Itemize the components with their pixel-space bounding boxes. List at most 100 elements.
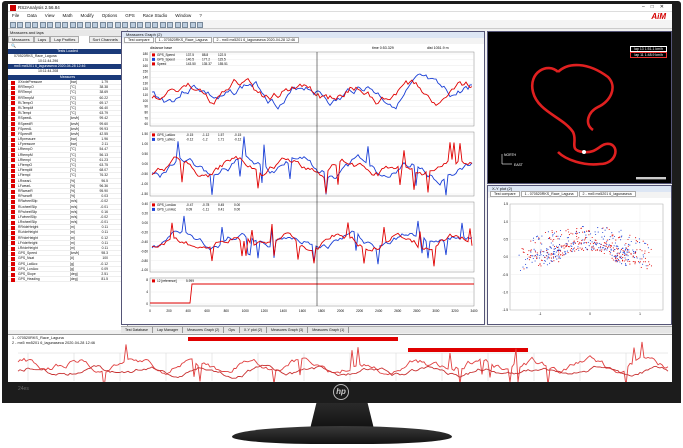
selection-bar-left[interactable] <box>188 337 398 341</box>
tab-test-1[interactable]: 1 - 070520RKS_Race_Laguna <box>154 37 212 43</box>
channel-color-icon[interactable] <box>11 205 15 210</box>
channel-color-icon[interactable] <box>11 246 15 251</box>
window-controls[interactable]: –□✕ <box>642 4 670 10</box>
channel-color-icon[interactable] <box>11 85 15 90</box>
channel-color-icon[interactable] <box>11 231 15 236</box>
menu-options[interactable]: Options <box>98 12 122 19</box>
toolbar-tool-icon[interactable] <box>137 21 143 28</box>
channel-color-icon[interactable] <box>11 256 15 261</box>
window-tab[interactable]: Measures Graph (3) <box>267 327 309 333</box>
toolbar-tool-icon[interactable] <box>62 21 68 28</box>
toolbar-tool-icon[interactable] <box>144 21 151 28</box>
channel-color-icon[interactable] <box>11 199 15 204</box>
toolbar-tool-icon[interactable] <box>24 21 31 28</box>
channel-color-icon[interactable] <box>11 277 15 282</box>
toolbar-tool-icon[interactable] <box>122 21 128 28</box>
toolbar-tool-icon[interactable] <box>167 21 173 28</box>
toolbar-tool-icon[interactable] <box>39 21 46 28</box>
track-map[interactable]: NORTH EAST <box>488 32 671 183</box>
channel-color-icon[interactable] <box>11 116 15 121</box>
selection-bar-right[interactable] <box>408 348 528 352</box>
menu-gps[interactable]: GPS <box>121 12 139 19</box>
toolbar-tool-icon[interactable] <box>17 21 23 28</box>
toolbar-tool-icon[interactable] <box>9 21 16 28</box>
channel-color-icon[interactable] <box>11 251 15 256</box>
tab-test-2[interactable]: 2 - mx5 mx5201 6_lagunaseca 2020-04-28 1… <box>212 37 300 43</box>
tab-xy-1[interactable]: 1 - 070520RKS_Race_Laguna <box>520 191 578 197</box>
channel-color-icon[interactable] <box>11 194 15 199</box>
car-position-marker[interactable] <box>582 150 586 154</box>
channel-row[interactable]: GPS_Heading [deg] 81.5 <box>8 277 127 283</box>
toolbar-tool-icon[interactable] <box>99 21 106 28</box>
menu-modify[interactable]: Modify <box>76 12 97 19</box>
channel-color-icon[interactable] <box>11 127 15 132</box>
toolbar-tool-icon[interactable] <box>107 21 113 28</box>
channel-color-icon[interactable] <box>11 179 15 184</box>
menu-window[interactable]: Window <box>171 12 195 19</box>
toolbar-tool-icon[interactable] <box>189 21 196 28</box>
toolbar-tool-icon[interactable] <box>32 21 38 28</box>
channel-color-icon[interactable] <box>11 168 15 173</box>
toolbar-tool-icon[interactable] <box>174 21 181 28</box>
channel-color-icon[interactable] <box>11 173 15 178</box>
toolbar-tool-icon[interactable] <box>54 21 61 28</box>
toolbar-tool-icon[interactable] <box>197 21 203 28</box>
menu-help[interactable]: ? <box>195 12 206 19</box>
channel-color-icon[interactable] <box>11 90 15 95</box>
toolbar-tool-icon[interactable] <box>47 21 53 28</box>
toolbar-tool-icon[interactable] <box>92 21 98 28</box>
toolbar-tool-icon[interactable] <box>84 21 91 28</box>
window-tab[interactable]: Measures Graph (2) <box>183 327 225 333</box>
channel-color-icon[interactable] <box>11 184 15 189</box>
menu-race-studio[interactable]: Race Studio <box>139 12 172 19</box>
window-tab[interactable]: Gps <box>224 327 240 333</box>
tab-test-compare[interactable]: Test compare <box>124 37 154 43</box>
tab-lap-profiles[interactable]: Lap Profiles <box>50 36 80 43</box>
channel-color-icon[interactable] <box>11 189 15 194</box>
toolbar-tool-icon[interactable] <box>129 21 136 28</box>
channel-color-icon[interactable] <box>11 106 15 111</box>
channel-color-icon[interactable] <box>11 153 15 158</box>
channel-color-icon[interactable] <box>11 148 15 153</box>
xy-plot[interactable]: 1.5 1.0 0.5 0.0 -0.5 -1.0 -1.5 -1 0 1 <box>488 198 671 324</box>
channel-color-icon[interactable] <box>11 142 15 147</box>
graph-panel[interactable] <box>149 201 475 273</box>
channel-color-icon[interactable] <box>11 225 15 230</box>
channel-color-icon[interactable] <box>11 262 15 267</box>
channel-color-icon[interactable] <box>11 158 15 163</box>
toolbar-tool-icon[interactable] <box>182 21 188 28</box>
overview-strip-plot[interactable] <box>8 335 672 382</box>
channel-color-icon[interactable] <box>11 236 15 241</box>
toolbar-tool-icon[interactable] <box>69 21 76 28</box>
tab-xy-2[interactable]: 2 - mx5 mx5201 6_lagunaseca <box>578 191 636 197</box>
search-icon[interactable]: 🔍 <box>8 43 19 48</box>
channel-color-icon[interactable] <box>11 80 15 85</box>
menu-data[interactable]: Data <box>23 12 41 19</box>
sort-channels-button[interactable]: Sort Channels <box>88 36 122 43</box>
toolbar-tool-icon[interactable] <box>114 21 121 28</box>
menu-math[interactable]: Math <box>58 12 76 19</box>
window-tab[interactable]: X-Y plot (2) <box>240 327 268 333</box>
channel-color-icon[interactable] <box>11 241 15 246</box>
toolbar-tool-icon[interactable] <box>159 21 166 28</box>
channel-color-icon[interactable] <box>11 220 15 225</box>
toolbar-tool-icon[interactable] <box>77 21 83 28</box>
tab-laps[interactable]: Laps <box>33 36 51 43</box>
tab-xy-compare[interactable]: Test compare <box>490 191 520 197</box>
window-tab[interactable]: Measures Graph (1) <box>308 327 350 333</box>
tab-measures[interactable]: Measures <box>8 36 34 43</box>
window-tab[interactable]: Test Database <box>121 327 153 333</box>
window-tab[interactable]: Lap Manager <box>153 327 184 333</box>
channel-color-icon[interactable] <box>11 210 15 215</box>
measures-graph-plot[interactable]: distance base time 0:53.329 dist 1051.9 m 1… <box>122 44 484 324</box>
channel-color-icon[interactable] <box>11 122 15 127</box>
channel-color-icon[interactable] <box>11 215 15 220</box>
channel-color-icon[interactable] <box>11 101 15 106</box>
toolbar-tool-icon[interactable] <box>152 21 158 28</box>
menu-view[interactable]: View <box>41 12 59 19</box>
channel-color-icon[interactable] <box>11 272 15 277</box>
channel-color-icon[interactable] <box>11 111 15 116</box>
channel-color-icon[interactable] <box>11 163 15 168</box>
channel-color-icon[interactable] <box>11 132 15 137</box>
channel-color-icon[interactable] <box>11 96 15 101</box>
